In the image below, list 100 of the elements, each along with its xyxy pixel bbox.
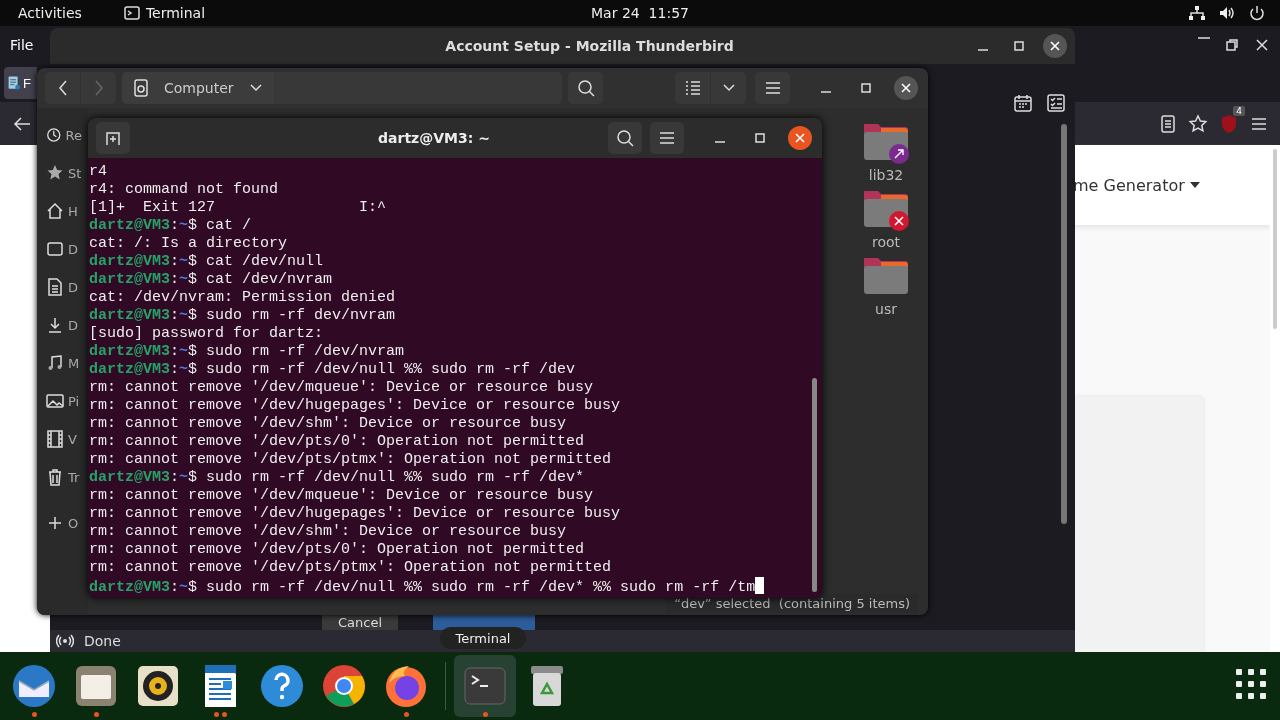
home-icon [46, 202, 64, 220]
app-menu-label[interactable]: Terminal [145, 5, 206, 21]
terminal-line: dartz@VM3:~$ sudo rm -rf dev/nvram [89, 307, 397, 325]
star-icon[interactable] [1188, 113, 1208, 134]
menu-button[interactable] [755, 72, 790, 104]
terminal-line: rm: cannot remove '/dev/hugepages': Device or resource busy [89, 397, 622, 415]
search-icon [576, 79, 595, 97]
scrollbar-thumb[interactable] [812, 378, 817, 592]
close-icon [901, 83, 911, 93]
restore-icon[interactable] [1224, 37, 1240, 53]
location-button[interactable]: Computer [122, 72, 274, 104]
document-icon [46, 278, 64, 296]
speaker-icon [135, 663, 181, 709]
terminal-line: rm: cannot remove '/dev/mqueue': Device or resource busy [89, 379, 595, 397]
close-button[interactable] [1043, 34, 1067, 58]
envelope-icon [11, 663, 57, 709]
terminal-line: rm: cannot remove '/dev/pts/0': Operation not permitted [89, 433, 586, 451]
terminal-line: rm: cannot remove '/dev/mqueue': Device or resource busy [89, 487, 595, 505]
terminal-line: r4: command not found [89, 181, 280, 199]
search-icon [616, 129, 634, 147]
sidebar-item[interactable]: Re [37, 116, 88, 154]
caret-icon [722, 84, 735, 92]
folder-item[interactable]: lib32 [861, 120, 911, 183]
plus-icon [46, 514, 64, 532]
star-icon [46, 164, 64, 182]
browser-tab[interactable]: F [4, 67, 37, 99]
picture-icon [46, 392, 64, 410]
sidebar-item[interactable]: D [37, 268, 88, 306]
folder-item[interactable]: usr [861, 254, 911, 317]
minimize-icon [978, 49, 988, 51]
scrollbar-thumb[interactable] [1273, 149, 1277, 329]
search-button[interactable] [608, 122, 642, 154]
terminal-icon [123, 6, 140, 20]
status-text: Done [84, 633, 121, 649]
maximize-icon [860, 82, 872, 94]
back-arrow-icon[interactable] [12, 114, 32, 133]
close-button[interactable] [788, 126, 812, 150]
terminal-line: rm: cannot remove '/dev/shm': Device or resource busy [89, 523, 568, 541]
reader-view-icon[interactable] [1160, 114, 1176, 133]
menu-button[interactable] [650, 122, 684, 154]
network-icon[interactable] [1188, 5, 1206, 21]
terminal-line: dartz@VM3:~$ sudo rm -rf /dev/null %% sudo rm -rf /dev* %% sudo rm -rf /tm [89, 577, 812, 595]
document-icon [7, 74, 21, 92]
search-button[interactable] [568, 72, 603, 104]
sidebar-item[interactable]: V [37, 420, 88, 458]
terminal-line: cat: /dev/nvram: Permission denied [89, 289, 397, 307]
terminal-line: rm: cannot remove '/dev/pts/ptmx': Operation not permitted [89, 451, 613, 469]
folder-item[interactable]: root [861, 187, 911, 250]
window-title: dartz@VM3: ~ [377, 130, 491, 146]
view-options-button[interactable] [711, 72, 746, 104]
sidebar-item[interactable]: M [37, 344, 88, 382]
sidebar-item[interactable]: Pi [37, 382, 88, 420]
terminal-line: dartz@VM3:~$ sudo rm -rf /dev/nvram [89, 343, 406, 361]
window-title: Account Setup - Mozilla Thunderbird [444, 38, 735, 54]
list-view-button[interactable] [675, 72, 710, 104]
folder-icon [73, 663, 119, 709]
music-note-icon [46, 354, 64, 372]
minimize-icon [821, 91, 831, 93]
task-list-icon[interactable] [1047, 94, 1065, 112]
menu-icon [659, 131, 675, 145]
trash-icon [46, 468, 64, 486]
sidebar-item[interactable]: O [37, 504, 88, 542]
menu-icon [764, 81, 781, 95]
browser-icon [321, 663, 367, 709]
terminal-line: rm: cannot remove '/dev/pts/0': Operation not permitted [89, 541, 586, 559]
terminal-line: dartz@VM3:~$ cat /dev/nvram [89, 271, 334, 289]
terminal-line: dartz@VM3:~$ sudo rm -rf /dev/null %% sudo rm -rf /dev [89, 361, 577, 379]
sidebar-item[interactable]: D [37, 306, 88, 344]
terminal-line: rm: cannot remove '/dev/hugepages': Device or resource busy [89, 505, 622, 523]
close-icon [1050, 41, 1060, 51]
scrollbar-thumb[interactable] [1061, 124, 1067, 524]
clock[interactable]: Mar 24 11:57 [570, 5, 710, 21]
close-button[interactable] [894, 76, 918, 100]
broadcast-icon [56, 634, 74, 648]
menu-icon[interactable] [1250, 115, 1268, 132]
activities-button[interactable]: Activities [18, 5, 82, 21]
chevron-right-icon [93, 80, 104, 96]
terminal-line: rm: cannot remove '/dev/shm': Device or resource busy [89, 415, 568, 433]
new-tab-button[interactable] [96, 122, 130, 154]
sidebar-item[interactable]: St [37, 154, 88, 192]
close-icon [795, 133, 805, 143]
sidebar-item[interactable]: Tr [37, 458, 88, 496]
terminal-line: [1]+ Exit 127 I:^ [89, 199, 388, 217]
maximize-icon [1013, 40, 1025, 52]
menu-item[interactable]: File [10, 37, 34, 53]
minimize-icon [715, 141, 725, 143]
terminal-line: dartz@VM3:~$ cat / [89, 217, 253, 235]
calendar-icon[interactable] [1013, 94, 1033, 112]
sidebar-item[interactable]: D [37, 230, 88, 268]
terminal-line: dartz@VM3:~$ sudo rm -rf /dev/null %% sudo rm -rf /dev* [89, 469, 586, 487]
power-icon[interactable] [1248, 4, 1266, 22]
terminal-line: [sudo] password for dartz: [89, 325, 325, 343]
close-icon[interactable] [1254, 37, 1270, 53]
volume-icon[interactable] [1218, 5, 1236, 21]
sidebar-item[interactable]: H [37, 192, 88, 230]
back-button[interactable] [45, 72, 80, 104]
help-icon [259, 663, 305, 709]
terminal-line: dartz@VM3:~$ cat /dev/null [89, 253, 325, 271]
caret-icon[interactable] [1189, 182, 1200, 188]
maximize-icon [754, 132, 766, 144]
